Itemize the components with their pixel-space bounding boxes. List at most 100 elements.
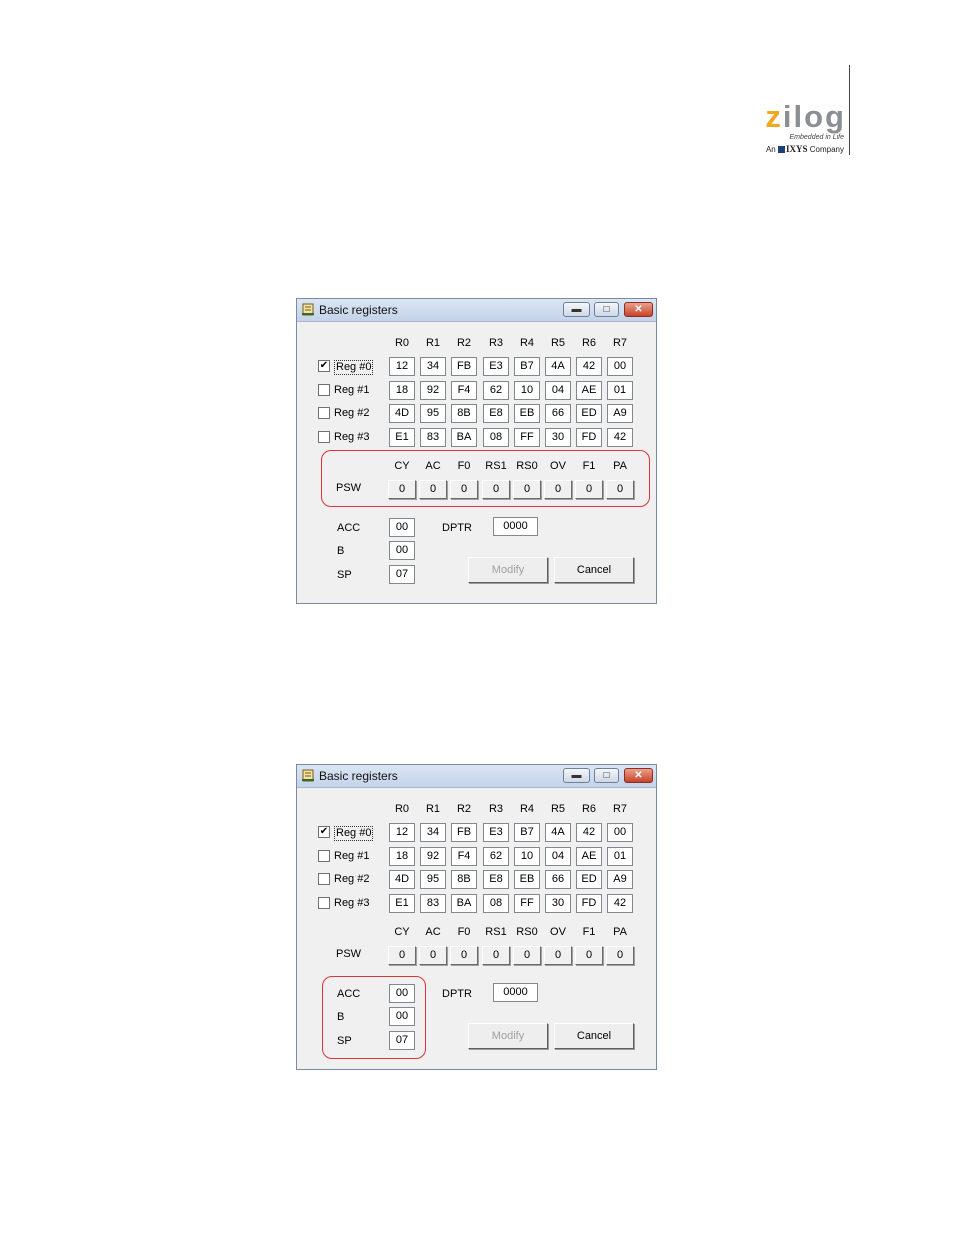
sp-label: SP xyxy=(337,569,352,581)
register-r7-field[interactable]: 42 xyxy=(607,893,633,913)
register-r0-field[interactable]: E1 xyxy=(389,427,415,447)
register-r5-field[interactable]: 04 xyxy=(545,846,571,866)
register-r6-field[interactable]: 42 xyxy=(576,823,602,842)
b-field[interactable]: 00 xyxy=(389,541,415,560)
register-r0-field[interactable]: 12 xyxy=(389,357,415,376)
psw-bit-ov-button[interactable]: 0 xyxy=(544,946,572,965)
register-r4-field[interactable]: 10 xyxy=(514,846,540,866)
register-r3-field[interactable]: E8 xyxy=(483,870,509,889)
register-r7-field[interactable]: 00 xyxy=(607,823,633,842)
modify-button[interactable]: Modify xyxy=(468,1023,548,1049)
acc-field[interactable]: 00 xyxy=(389,518,415,537)
register-r3-field[interactable]: 62 xyxy=(483,846,509,866)
register-r0-field[interactable]: 18 xyxy=(389,846,415,866)
bank-checkbox[interactable]: ✔ xyxy=(318,826,330,838)
register-r0-field[interactable]: E1 xyxy=(389,893,415,913)
register-r7-field[interactable]: 00 xyxy=(607,357,633,376)
register-r5-field[interactable]: 4A xyxy=(545,357,571,376)
minimize-button[interactable]: ▬ xyxy=(563,302,590,317)
register-r2-field[interactable]: FB xyxy=(451,357,477,376)
maximize-button[interactable]: □ xyxy=(594,302,619,317)
dptr-field[interactable]: 0000 xyxy=(493,983,538,1002)
register-r3-field[interactable]: E3 xyxy=(483,823,509,842)
register-r1-field[interactable]: 95 xyxy=(420,404,446,423)
register-r2-field[interactable]: BA xyxy=(451,893,477,913)
psw-bit-ac-button[interactable]: 0 xyxy=(419,946,447,965)
psw-bit-f1-button[interactable]: 0 xyxy=(575,946,603,965)
close-button[interactable]: ✕ xyxy=(624,302,653,317)
minimize-button[interactable]: ▬ xyxy=(563,768,590,783)
bank-checkbox[interactable] xyxy=(318,849,330,862)
register-r5-field[interactable]: 30 xyxy=(545,427,571,447)
register-r1-field[interactable]: 92 xyxy=(420,846,446,866)
bank-checkbox[interactable] xyxy=(318,430,330,443)
register-r1-field[interactable]: 34 xyxy=(420,357,446,376)
register-r4-field[interactable]: B7 xyxy=(514,357,540,376)
bank-checkbox[interactable] xyxy=(318,407,330,419)
register-r7-field[interactable]: A9 xyxy=(607,404,633,423)
register-r3-field[interactable]: 08 xyxy=(483,893,509,913)
psw-bit-rs0-button[interactable]: 0 xyxy=(513,946,541,965)
register-r6-field[interactable]: FD xyxy=(576,893,602,913)
register-r2-field[interactable]: F4 xyxy=(451,380,477,400)
bank-checkbox[interactable] xyxy=(318,383,330,396)
close-button[interactable]: ✕ xyxy=(624,768,653,783)
modify-button[interactable]: Modify xyxy=(468,557,548,583)
register-r5-field[interactable]: 4A xyxy=(545,823,571,842)
register-r0-field[interactable]: 12 xyxy=(389,823,415,842)
cancel-button[interactable]: Cancel xyxy=(554,1023,634,1049)
register-r1-field[interactable]: 92 xyxy=(420,380,446,400)
bank-label: Reg #3 xyxy=(334,896,370,909)
register-r6-field[interactable]: AE xyxy=(576,846,602,866)
psw-bit-rs1-button[interactable]: 0 xyxy=(482,946,510,965)
register-r5-field[interactable]: 66 xyxy=(545,870,571,889)
register-r0-field[interactable]: 4D xyxy=(389,870,415,889)
register-r4-field[interactable]: FF xyxy=(514,893,540,913)
register-r6-field[interactable]: 42 xyxy=(576,357,602,376)
register-r6-field[interactable]: FD xyxy=(576,427,602,447)
register-r4-field[interactable]: EB xyxy=(514,404,540,423)
register-r4-field[interactable]: B7 xyxy=(514,823,540,842)
register-r6-field[interactable]: ED xyxy=(576,870,602,889)
register-r6-field[interactable]: AE xyxy=(576,380,602,400)
register-r2-field[interactable]: 8B xyxy=(451,870,477,889)
register-r7-field[interactable]: 01 xyxy=(607,846,633,866)
register-r5-field[interactable]: 04 xyxy=(545,380,571,400)
register-r5-field[interactable]: 30 xyxy=(545,893,571,913)
register-r1-field[interactable]: 83 xyxy=(420,893,446,913)
sp-field[interactable]: 07 xyxy=(389,565,415,584)
column-header-r5: R5 xyxy=(550,803,566,815)
register-r0-field[interactable]: 18 xyxy=(389,380,415,400)
maximize-button[interactable]: □ xyxy=(594,768,619,783)
register-r1-field[interactable]: 95 xyxy=(420,870,446,889)
register-r3-field[interactable]: E3 xyxy=(483,357,509,376)
bank-checkbox[interactable] xyxy=(318,896,330,909)
psw-bit-cy-button[interactable]: 0 xyxy=(388,946,416,965)
register-r6-field[interactable]: ED xyxy=(576,404,602,423)
register-r4-field[interactable]: 10 xyxy=(514,380,540,400)
psw-bit-f0-button[interactable]: 0 xyxy=(450,946,478,965)
register-r2-field[interactable]: BA xyxy=(451,427,477,447)
bank-label: Reg #0 xyxy=(334,360,374,375)
bank-checkbox[interactable] xyxy=(318,873,330,885)
register-r7-field[interactable]: 42 xyxy=(607,427,633,447)
register-r7-field[interactable]: A9 xyxy=(607,870,633,889)
psw-bit-pa-button[interactable]: 0 xyxy=(606,946,634,965)
register-r1-field[interactable]: 83 xyxy=(420,427,446,447)
cancel-button[interactable]: Cancel xyxy=(554,557,634,583)
register-r0-field[interactable]: 4D xyxy=(389,404,415,423)
register-r4-field[interactable]: EB xyxy=(514,870,540,889)
register-r3-field[interactable]: 62 xyxy=(483,380,509,400)
register-r3-field[interactable]: E8 xyxy=(483,404,509,423)
register-r4-field[interactable]: FF xyxy=(514,427,540,447)
register-r7-field[interactable]: 01 xyxy=(607,380,633,400)
column-header-r0: R0 xyxy=(394,803,410,815)
register-r2-field[interactable]: F4 xyxy=(451,846,477,866)
dptr-field[interactable]: 0000 xyxy=(493,517,538,536)
bank-checkbox[interactable]: ✔ xyxy=(318,360,330,372)
register-r3-field[interactable]: 08 xyxy=(483,427,509,447)
register-r2-field[interactable]: 8B xyxy=(451,404,477,423)
register-r1-field[interactable]: 34 xyxy=(420,823,446,842)
register-r2-field[interactable]: FB xyxy=(451,823,477,842)
register-r5-field[interactable]: 66 xyxy=(545,404,571,423)
